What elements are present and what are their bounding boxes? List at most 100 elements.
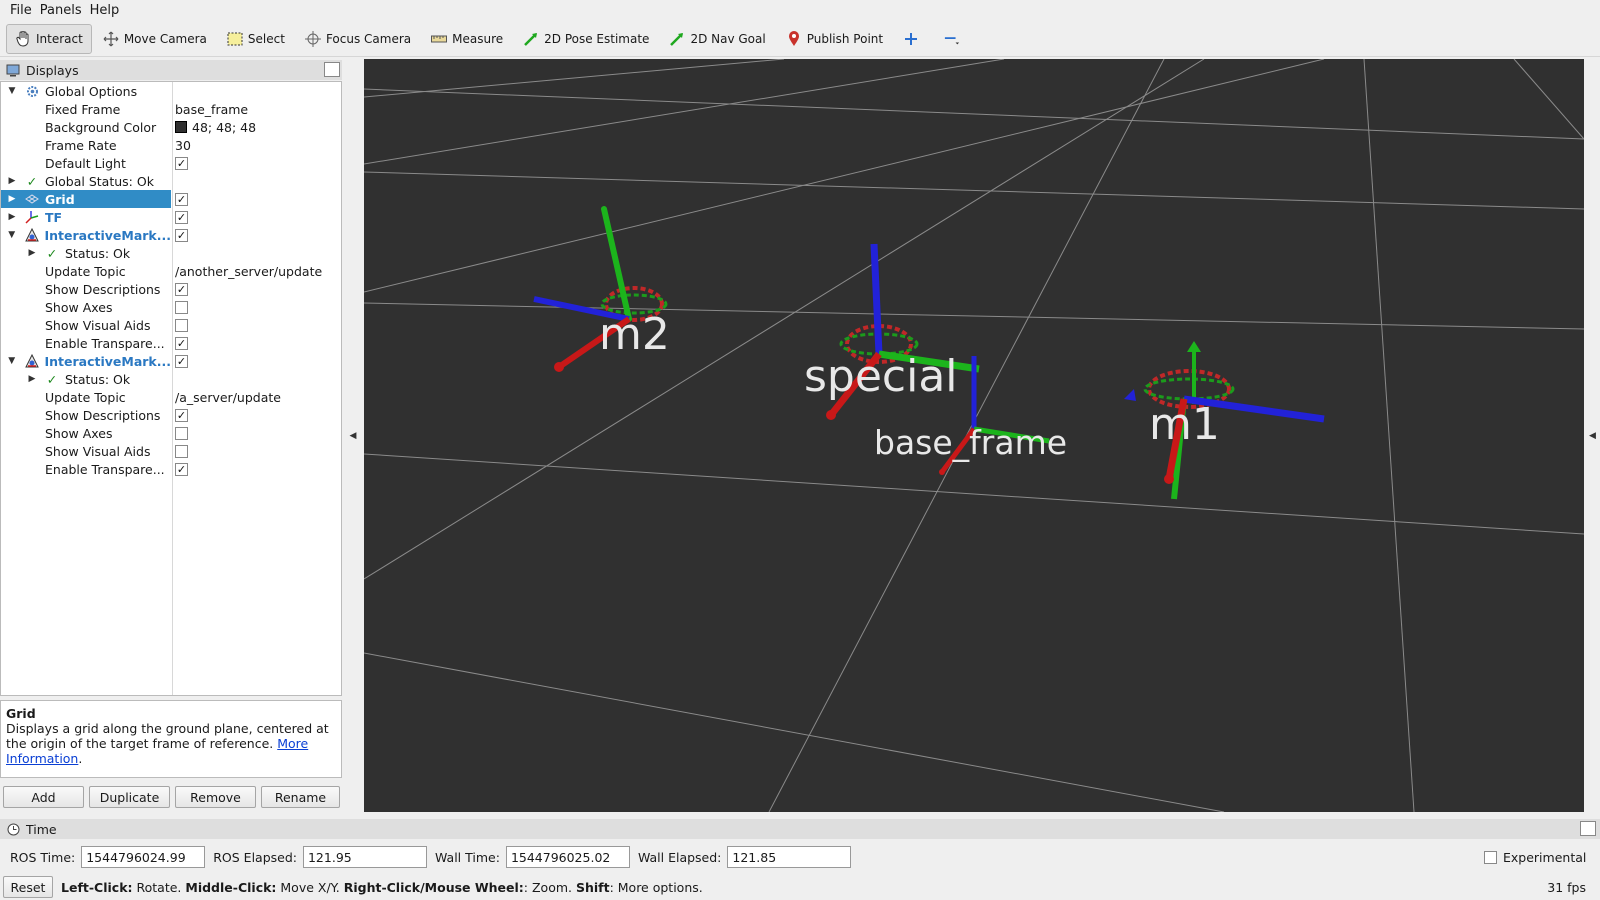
marker-special[interactable]: special — [804, 243, 980, 420]
tree-row-default-light[interactable]: Default Light ✓ — [1, 154, 341, 172]
expand-right-icon[interactable]: ▶ — [7, 212, 17, 222]
tree-row-im2-show-axes[interactable]: Show Axes — [1, 424, 341, 442]
tree-row-global-status[interactable]: ▶ ✓ Global Status: Ok — [1, 172, 341, 190]
experimental-checkbox[interactable] — [1484, 850, 1497, 864]
show-axes-checkbox[interactable] — [175, 426, 188, 440]
render-3d-view[interactable]: m2 special base_frame m1 — [364, 59, 1584, 812]
expand-down-icon[interactable]: ▼ — [7, 230, 17, 240]
color-swatch[interactable] — [175, 121, 187, 133]
tree-row-fixed-frame[interactable]: Fixed Frame base_frame — [1, 100, 341, 118]
show-visual-aids-label: Show Visual Aids — [45, 443, 151, 459]
tree-row-interactive-markers-1[interactable]: ▼ InteractiveMark... ✓ — [1, 226, 341, 244]
pose-estimate-tool-button[interactable]: 2D Pose Estimate — [514, 24, 658, 54]
collapse-right-handle[interactable]: ◀ — [1585, 59, 1600, 812]
tree-row-frame-rate[interactable]: Frame Rate 30 — [1, 136, 341, 154]
remove-tool-button[interactable] — [935, 24, 974, 54]
update-topic-label: Update Topic — [45, 263, 126, 279]
show-descriptions-checkbox[interactable]: ✓ — [175, 408, 188, 422]
grid-icon — [25, 192, 39, 206]
tree-row-im1-update-topic[interactable]: Update Topic /another_server/update — [1, 262, 341, 280]
add-button[interactable]: Add — [3, 786, 84, 808]
measure-tool-button[interactable]: Measure — [422, 24, 512, 54]
ros-time-field[interactable]: 1544796024.99 — [81, 846, 206, 868]
rename-button[interactable]: Rename — [261, 786, 340, 808]
frame-rate-value[interactable]: 30 — [175, 138, 191, 153]
tree-row-im2-status[interactable]: ▶ ✓ Status: Ok — [1, 370, 341, 388]
map-pin-icon — [786, 30, 802, 47]
menu-file[interactable]: File — [10, 3, 32, 18]
tree-row-im1-status[interactable]: ▶ ✓ Status: Ok — [1, 244, 341, 262]
tree-row-im1-show-visual-aids[interactable]: Show Visual Aids — [1, 316, 341, 334]
show-visual-aids-checkbox[interactable] — [175, 444, 188, 458]
menu-panels[interactable]: Panels — [40, 3, 82, 18]
remove-button[interactable]: Remove — [175, 786, 256, 808]
tree-row-background-color[interactable]: Background Color 48; 48; 48 — [1, 118, 341, 136]
wall-elapsed-field[interactable]: 121.85 — [727, 846, 852, 868]
panel-float-button[interactable] — [1580, 821, 1596, 836]
tree-row-im2-enable-transparency[interactable]: Enable Transpare... ✓ — [1, 460, 341, 478]
interact-tool-button[interactable]: Interact — [6, 23, 92, 54]
ruler-icon — [431, 31, 448, 47]
focus-camera-tool-button[interactable]: Focus Camera — [296, 24, 420, 54]
ros-time-label: ROS Time: — [10, 849, 76, 865]
publish-point-tool-button[interactable]: Publish Point — [777, 24, 892, 54]
tree-row-im1-enable-transparency[interactable]: Enable Transpare... ✓ — [1, 334, 341, 352]
interactive-marker-icon — [24, 354, 39, 368]
tree-row-im2-update-topic[interactable]: Update Topic /a_server/update — [1, 388, 341, 406]
fixed-frame-value[interactable]: base_frame — [175, 102, 248, 117]
show-visual-aids-checkbox[interactable] — [175, 318, 188, 332]
enable-transparency-checkbox[interactable]: ✓ — [175, 336, 188, 350]
update-topic-value[interactable]: /another_server/update — [175, 264, 322, 279]
menu-help[interactable]: Help — [90, 3, 120, 18]
time-readout-row: ROS Time: 1544796024.99 ROS Elapsed: 121… — [0, 844, 1600, 870]
time-panel-header: Time — [0, 819, 1600, 839]
im1-status-label: Status: Ok — [65, 245, 131, 261]
tree-row-tf[interactable]: ▶ TF ✓ — [1, 208, 341, 226]
panel-float-button[interactable] — [324, 62, 340, 77]
green-arrow-icon — [523, 31, 539, 47]
marker-m2[interactable]: m2 — [533, 206, 670, 372]
expand-right-icon[interactable]: ▶ — [7, 194, 17, 204]
interactive-markers-2-checkbox[interactable]: ✓ — [175, 354, 188, 368]
tf-axes-icon — [25, 210, 39, 224]
interactive-markers-1-checkbox[interactable]: ✓ — [175, 228, 188, 242]
duplicate-button[interactable]: Duplicate — [89, 786, 170, 808]
show-visual-aids-label: Show Visual Aids — [45, 317, 151, 333]
tree-row-im1-show-descriptions[interactable]: Show Descriptions ✓ — [1, 280, 341, 298]
checkmark-icon: ✓ — [26, 173, 38, 189]
show-axes-checkbox[interactable] — [175, 300, 188, 314]
wall-time-field[interactable]: 1544796025.02 — [505, 846, 630, 868]
expand-right-icon[interactable]: ▶ — [27, 248, 37, 258]
tf-enabled-checkbox[interactable]: ✓ — [175, 210, 188, 224]
move-camera-tool-button[interactable]: Move Camera — [94, 24, 216, 54]
default-light-checkbox[interactable]: ✓ — [175, 156, 188, 170]
tree-row-im2-show-descriptions[interactable]: Show Descriptions ✓ — [1, 406, 341, 424]
enable-transparency-checkbox[interactable]: ✓ — [175, 462, 188, 476]
tree-row-im2-show-visual-aids[interactable]: Show Visual Aids — [1, 442, 341, 460]
tree-row-grid[interactable]: ▶ Grid ✓ — [1, 190, 341, 208]
scene-canvas[interactable]: m2 special base_frame m1 — [364, 59, 1584, 812]
expand-right-icon[interactable]: ▶ — [7, 176, 17, 186]
expand-down-icon[interactable]: ▼ — [7, 86, 17, 96]
expand-down-icon[interactable]: ▼ — [7, 356, 17, 366]
tree-row-interactive-markers-2[interactable]: ▼ InteractiveMark... ✓ — [1, 352, 341, 370]
experimental-toggle[interactable]: Experimental — [1484, 850, 1586, 865]
add-tool-button[interactable] — [894, 24, 933, 54]
ros-elapsed-field[interactable]: 121.95 — [302, 846, 427, 868]
tree-row-global-options[interactable]: ▼ Global Options — [1, 82, 341, 100]
show-descriptions-checkbox[interactable]: ✓ — [175, 282, 188, 296]
grid-enabled-checkbox[interactable]: ✓ — [175, 192, 188, 206]
nav-goal-tool-button[interactable]: 2D Nav Goal — [660, 24, 774, 54]
background-color-value[interactable]: 48; 48; 48 — [192, 120, 256, 135]
select-tool-button[interactable]: Select — [218, 24, 294, 54]
frame-rate-label: Frame Rate — [45, 137, 117, 153]
expand-right-icon[interactable]: ▶ — [27, 374, 37, 384]
interact-label: Interact — [36, 31, 83, 46]
marker-m1[interactable]: m1 — [1124, 341, 1325, 500]
move-camera-label: Move Camera — [123, 31, 207, 46]
collapse-left-handle[interactable]: ◀ — [344, 59, 362, 812]
reset-button[interactable]: Reset — [3, 876, 53, 898]
update-topic-value[interactable]: /a_server/update — [175, 390, 281, 405]
tree-row-im1-show-axes[interactable]: Show Axes — [1, 298, 341, 316]
marker-label: special — [804, 351, 958, 402]
